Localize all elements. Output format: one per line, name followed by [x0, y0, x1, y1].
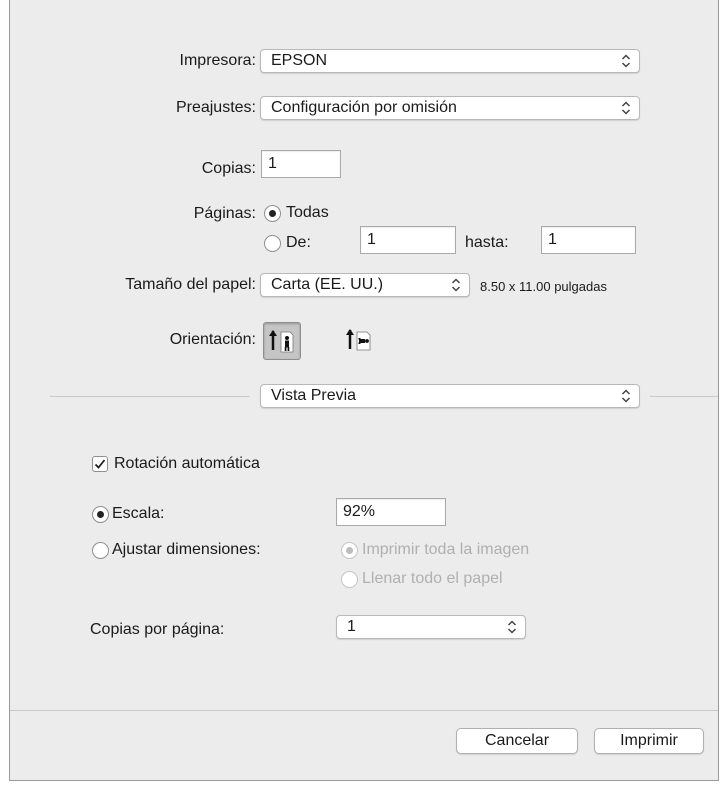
separator-left: [50, 396, 250, 397]
fit-radio[interactable]: [92, 542, 109, 559]
portrait-button[interactable]: [263, 322, 301, 360]
scale-radio[interactable]: [92, 506, 109, 523]
pages-range-radio[interactable]: [264, 235, 281, 252]
fill-paper-radio[interactable]: [341, 571, 358, 588]
print-dialog: Impresora: EPSON Preajustes: Configuraci…: [9, 0, 719, 781]
up-down-chevron-icon: [507, 620, 517, 634]
section-value: Vista Previa: [271, 387, 357, 404]
presets-select[interactable]: Configuración por omisión: [260, 96, 640, 120]
fit-whole-image-label: Imprimir toda la imagen: [362, 541, 530, 558]
landscape-button[interactable]: [341, 322, 379, 360]
section-select[interactable]: Vista Previa: [260, 384, 640, 408]
paper-dimensions: 8.50 x 11.00 pulgadas: [480, 279, 607, 294]
print-button[interactable]: Imprimir: [594, 728, 704, 754]
fit-whole-image-radio[interactable]: [341, 542, 358, 559]
pages-label: Páginas:: [193, 205, 256, 222]
up-down-chevron-icon: [621, 389, 631, 403]
printer-label: Impresora:: [179, 52, 256, 69]
copies-per-page-value: 1: [347, 618, 356, 635]
copies-label: Copias:: [201, 160, 256, 177]
portrait-orientation-icon: [269, 330, 294, 353]
fill-paper-label: Llenar todo el papel: [362, 570, 503, 587]
scale-field[interactable]: 92%: [336, 498, 446, 526]
landscape-orientation-icon: [346, 329, 371, 351]
up-down-chevron-icon: [621, 54, 631, 68]
copies-field[interactable]: 1: [261, 150, 341, 178]
paper-size-select[interactable]: Carta (EE. UU.): [260, 273, 470, 297]
copies-per-page-label: Copias por página:: [90, 621, 225, 638]
bottom-separator: [10, 710, 718, 711]
orientation-label: Orientación:: [169, 331, 256, 348]
pages-from-label: De:: [286, 234, 311, 251]
pages-all-radio[interactable]: [264, 205, 281, 222]
presets-value: Configuración por omisión: [271, 99, 457, 116]
paper-size-value: Carta (EE. UU.): [271, 276, 384, 293]
auto-rotate-label: Rotación automática: [114, 455, 260, 472]
auto-rotate-checkbox[interactable]: [92, 456, 108, 472]
cancel-button[interactable]: Cancelar: [456, 728, 578, 754]
pages-from-field[interactable]: 1: [360, 226, 456, 254]
pages-to-field[interactable]: 1: [541, 226, 636, 254]
presets-label: Preajustes:: [175, 99, 256, 116]
up-down-chevron-icon: [621, 101, 631, 115]
printer-select[interactable]: EPSON: [260, 49, 640, 73]
pages-all-label: Todas: [286, 204, 329, 221]
separator-right: [650, 396, 718, 397]
printer-value: EPSON: [271, 52, 328, 69]
up-down-chevron-icon: [451, 278, 461, 292]
fit-label: Ajustar dimensiones:: [112, 541, 261, 558]
scale-label: Escala:: [112, 505, 165, 522]
paper-size-label: Tamaño del papel:: [125, 276, 256, 293]
checkmark-icon: [94, 459, 106, 469]
pages-to-label: hasta:: [465, 234, 509, 251]
copies-per-page-select[interactable]: 1: [336, 615, 526, 639]
